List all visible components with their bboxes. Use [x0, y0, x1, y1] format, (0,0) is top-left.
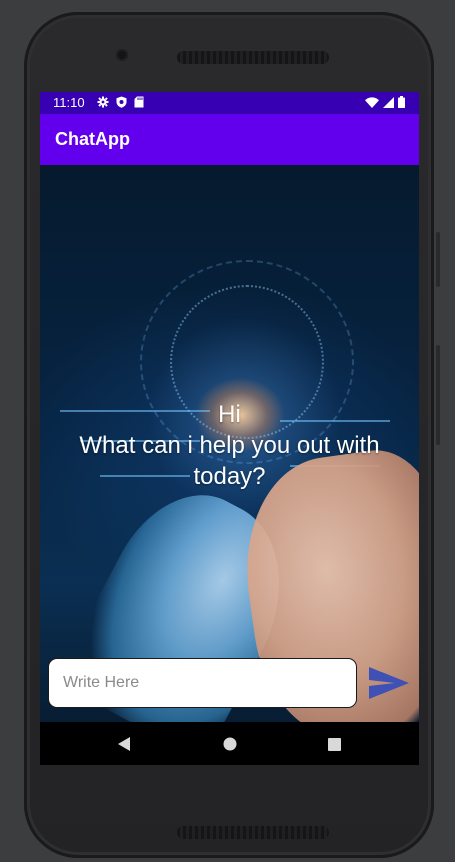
- recents-button[interactable]: [324, 734, 344, 754]
- device-screen: 11:10 ChatApp Hi What can i help you out…: [40, 92, 419, 765]
- greeting-question-cont: today?: [193, 463, 266, 490]
- wifi-icon: [365, 96, 379, 108]
- status-bar: 11:10: [40, 92, 419, 114]
- app-title: ChatApp: [55, 129, 130, 149]
- top-speaker: [177, 51, 329, 64]
- back-icon: [118, 737, 130, 751]
- emulator-frame: 11:10 ChatApp Hi What can i help you out…: [0, 0, 455, 862]
- message-input[interactable]: [48, 658, 357, 708]
- front-camera: [116, 49, 128, 61]
- signal-icon: [383, 96, 394, 108]
- recents-icon: [327, 737, 341, 751]
- status-icons-right: [365, 96, 405, 108]
- home-button[interactable]: [220, 734, 240, 754]
- send-button[interactable]: [366, 664, 412, 704]
- greeting-message: Hi What can i help you out with today?: [40, 399, 419, 492]
- system-nav-bar: [40, 722, 419, 765]
- volume-button[interactable]: [436, 345, 440, 445]
- greeting-hi: Hi: [218, 401, 241, 428]
- chat-background: Hi What can i help you out with today?: [40, 165, 419, 761]
- status-icons-left: [97, 96, 144, 108]
- app-bar: ChatApp: [40, 114, 419, 165]
- back-button[interactable]: [114, 734, 134, 754]
- greeting-question: What can i help you out with: [79, 432, 380, 459]
- gear-icon: [97, 96, 109, 108]
- send-icon: [369, 666, 409, 699]
- power-button[interactable]: [436, 232, 440, 287]
- status-time: 11:10: [53, 95, 85, 110]
- shield-icon: [116, 96, 127, 108]
- sd-card-icon: [134, 96, 144, 108]
- battery-icon: [398, 96, 405, 108]
- bottom-speaker: [177, 826, 329, 839]
- home-icon: [223, 737, 237, 751]
